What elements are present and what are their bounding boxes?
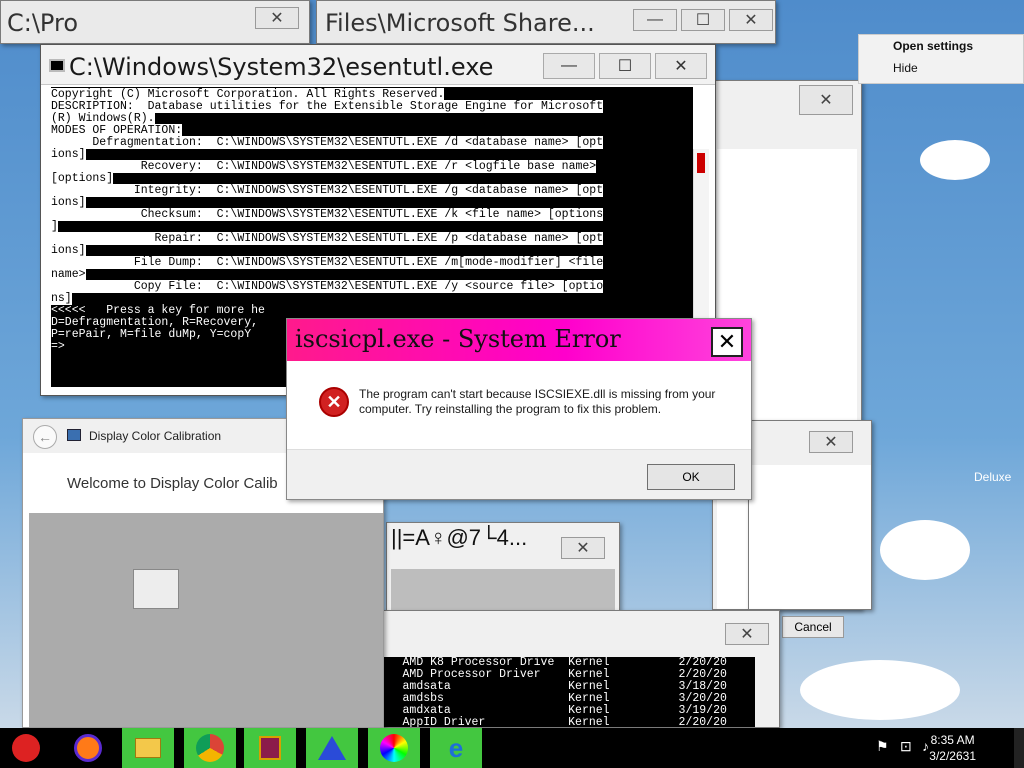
close-button[interactable]: ✕	[711, 327, 743, 357]
close-button[interactable]: ✕	[561, 537, 605, 559]
close-button[interactable]: ✕	[729, 9, 773, 31]
preview-square	[133, 569, 179, 609]
minimize-button[interactable]: —	[543, 53, 595, 79]
winrar-icon[interactable]	[244, 728, 296, 768]
console-line: File Dump: C:\WINDOWS\SYSTEM32\ESENTUTL.…	[51, 256, 604, 269]
close-button[interactable]: ✕	[655, 53, 707, 79]
background-window-program-files[interactable]: C:\Pro ✕	[0, 0, 310, 44]
background-small-window[interactable]: ||=A♀@7└​4... ✕	[386, 522, 620, 612]
file-explorer-icon[interactable]	[122, 728, 174, 768]
clock-date: 3/2/2631	[929, 749, 976, 763]
window-title: Files\Microsoft Share...	[325, 9, 595, 37]
welcome-heading: Welcome to Display Color Calib	[67, 475, 278, 492]
background-dialog[interactable]: ✕	[748, 420, 872, 610]
network-icon[interactable]: ⊡	[900, 738, 912, 755]
wallpaper-snow	[920, 140, 990, 180]
console-titlebar[interactable]: C:\Windows\System32\esentutl.exe — ☐ ✕	[41, 45, 715, 85]
error-title: iscsicpl.exe - System Error	[295, 325, 621, 353]
taskbar: e ⚑ ⊡ ♪ 8:35 AM 3/2/2631	[0, 728, 1024, 768]
minimize-button[interactable]: —	[633, 9, 677, 31]
window-body	[749, 465, 871, 609]
maximize-button[interactable]: ☐	[599, 53, 651, 79]
calibration-preview	[29, 513, 383, 727]
error-message: The program can't start because ISCSIEXE…	[359, 387, 716, 416]
volume-icon[interactable]: ♪	[922, 738, 929, 754]
garbled-title: ||=A♀@7└​4...	[391, 525, 528, 550]
console-line: Repair: C:\WINDOWS\SYSTEM32\ESENTUTL.EXE…	[51, 232, 604, 245]
console-line: Integrity: C:\WINDOWS\SYSTEM32\ESENTUTL.…	[51, 184, 604, 197]
context-menu: Open settings Hide	[858, 34, 1024, 84]
menu-item-open-settings[interactable]: Open settings	[859, 35, 1023, 57]
back-arrow-icon[interactable]: ←	[33, 425, 57, 449]
console-line: Defragmentation: C:\WINDOWS\SYSTEM32\ESE…	[51, 136, 604, 149]
santa-app-icon[interactable]	[0, 728, 52, 768]
error-titlebar: iscsicpl.exe - System Error ✕	[287, 319, 751, 361]
window-title: C:\Pro	[7, 9, 79, 37]
error-icon: ✕	[319, 387, 349, 417]
ok-button[interactable]: OK	[647, 464, 735, 490]
console-title: C:\Windows\System32\esentutl.exe	[69, 53, 494, 81]
firefox-icon[interactable]	[62, 728, 114, 768]
desktop-label[interactable]: Deluxe	[974, 470, 1011, 484]
console-line: Checksum: C:\WINDOWS\SYSTEM32\ESENTUTL.E…	[51, 208, 604, 221]
window-body	[391, 569, 615, 611]
system-error-dialog[interactable]: iscsicpl.exe - System Error ✕ ✕ The prog…	[286, 318, 752, 500]
color-wheel-icon[interactable]	[368, 728, 420, 768]
calibration-title: Display Color Calibration	[89, 429, 222, 443]
console-line: Copy File: C:\WINDOWS\SYSTEM32\ESENTUTL.…	[51, 280, 604, 293]
scroll-thumb[interactable]	[697, 153, 705, 173]
clock[interactable]: 8:35 AM 3/2/2631	[929, 732, 976, 764]
clock-time: 8:35 AM	[930, 733, 975, 747]
chrome-icon[interactable]	[184, 728, 236, 768]
show-desktop-button[interactable]	[1014, 728, 1024, 768]
menu-item-hide[interactable]: Hide	[859, 57, 1023, 79]
cancel-button[interactable]: Cancel	[782, 616, 844, 638]
wallpaper-snow	[880, 520, 970, 580]
close-button[interactable]: ✕	[255, 7, 299, 29]
console-icon	[49, 59, 65, 72]
close-button[interactable]: ✕	[725, 623, 769, 645]
background-window-microsoft-shared[interactable]: Files\Microsoft Share... — ☐ ✕	[316, 0, 776, 44]
close-button[interactable]: ✕	[799, 85, 853, 115]
console-line: Recovery: C:\WINDOWS\SYSTEM32\ESENTUTL.E…	[51, 160, 597, 173]
close-button[interactable]: ✕	[809, 431, 853, 453]
maximize-button[interactable]: ☐	[681, 9, 725, 31]
flag-icon[interactable]: ⚑	[876, 738, 889, 755]
color-app-icon[interactable]	[306, 728, 358, 768]
internet-explorer-icon[interactable]: e	[430, 728, 482, 768]
monitor-icon	[67, 429, 81, 441]
wallpaper-snow	[800, 660, 960, 720]
